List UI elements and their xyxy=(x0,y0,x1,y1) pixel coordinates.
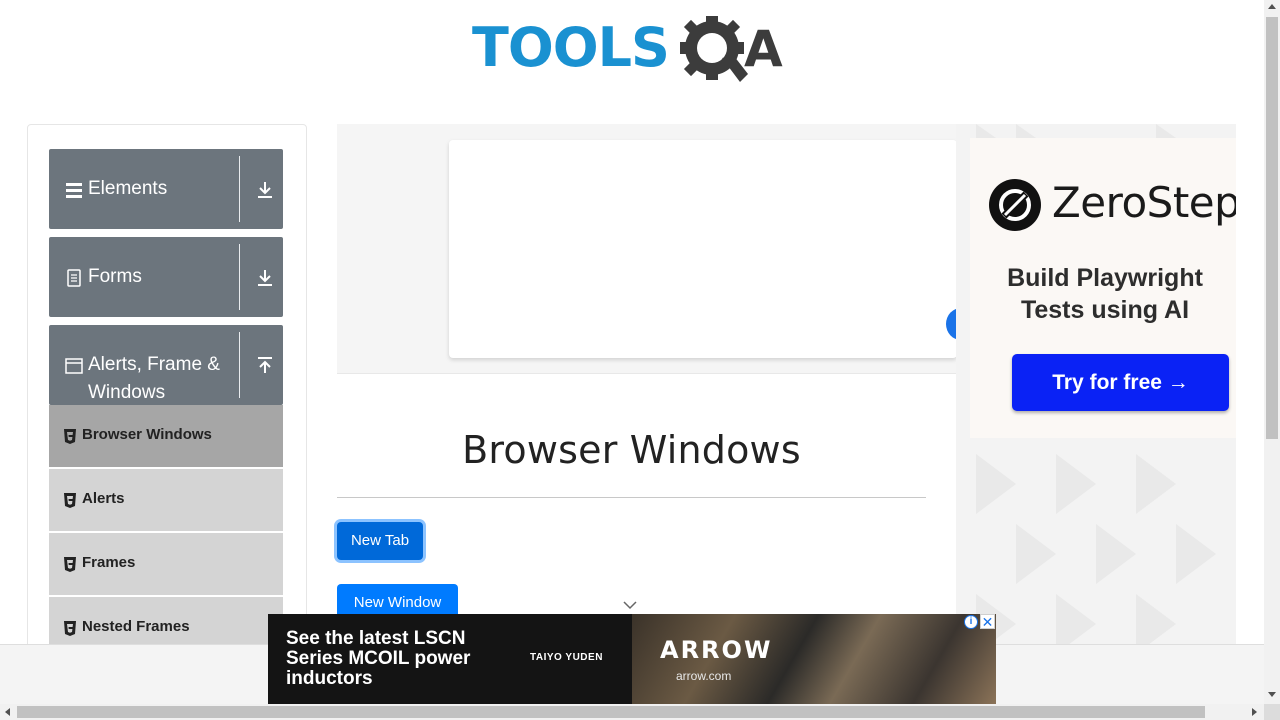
html5-icon xyxy=(64,621,76,636)
scroll-left-icon[interactable] xyxy=(5,708,10,716)
logo-text-tools: TOOLS xyxy=(472,16,669,79)
new-tab-button[interactable]: New Tab xyxy=(337,522,423,560)
sidebar-group-alerts-frame-windows[interactable]: Alerts, Frame & Windows xyxy=(49,325,283,405)
horizontal-scroll-thumb[interactable] xyxy=(17,706,1205,718)
ad-card[interactable] xyxy=(449,140,957,358)
top-ad-area xyxy=(337,124,957,374)
download-arrow-icon[interactable] xyxy=(254,179,276,201)
try-for-free-button[interactable]: Try for free → xyxy=(1012,354,1229,411)
page-title: Browser Windows xyxy=(462,428,801,472)
zerostep-logo-icon xyxy=(989,179,1041,231)
scrollbar-corner xyxy=(1264,704,1280,720)
group-divider xyxy=(239,332,240,398)
logo-text-a: A xyxy=(744,20,783,78)
sidebar-group-label-line1: Alerts, Frame & xyxy=(88,354,220,375)
zerostep-brand: ZeroStep xyxy=(1052,178,1236,227)
download-arrow-icon[interactable] xyxy=(254,267,276,289)
banner-headline: See the latest LSCN Series MCOIL power i… xyxy=(286,628,471,689)
ad-close-icon[interactable]: ✕ xyxy=(980,614,995,629)
arrow-url: arrow.com xyxy=(676,669,732,683)
sidebar-item-label: Browser Windows xyxy=(82,426,212,443)
vertical-scrollbar[interactable] xyxy=(1264,0,1280,704)
horizontal-scrollbar[interactable] xyxy=(0,704,1264,720)
chevron-down-icon[interactable] xyxy=(622,600,638,610)
sidebar-item-label: Nested Frames xyxy=(82,618,190,635)
html5-icon xyxy=(64,429,76,444)
ad-choices-icon[interactable]: i xyxy=(964,615,978,629)
sidebar-group-elements[interactable]: Elements xyxy=(49,149,283,229)
sidebar-item-browser-windows[interactable]: Browser Windows xyxy=(49,405,283,468)
sidebar-item-frames[interactable]: Frames xyxy=(49,533,283,596)
sidebar-group-label: Elements xyxy=(88,178,168,199)
arrow-logo: ARROW xyxy=(660,636,773,664)
document-icon xyxy=(67,269,81,287)
vertical-scroll-thumb[interactable] xyxy=(1266,17,1278,439)
zerostep-card: ZeroStep Build Playwright Tests using AI… xyxy=(970,138,1236,438)
sidebar-item-label: Alerts xyxy=(82,490,125,507)
bottom-banner-ad[interactable]: See the latest LSCN Series MCOIL power i… xyxy=(268,614,996,704)
scroll-right-icon[interactable] xyxy=(1252,708,1257,716)
sidebar-item-label: Frames xyxy=(82,554,136,571)
scroll-down-icon[interactable] xyxy=(1268,692,1276,697)
hamburger-icon xyxy=(66,183,82,198)
zerostep-tagline: Build Playwright Tests using AI xyxy=(970,262,1236,326)
html5-icon xyxy=(64,557,76,572)
sidebar-group-label-line2: Windows xyxy=(88,382,166,403)
zerostep-ad[interactable]: ZeroStep Build Playwright Tests using AI… xyxy=(956,124,1236,654)
scroll-up-icon[interactable] xyxy=(1268,4,1276,9)
sidebar-group-forms[interactable]: Forms xyxy=(49,237,283,317)
group-divider xyxy=(239,244,240,310)
sidebar-item-alerts[interactable]: Alerts xyxy=(49,469,283,532)
toolsqa-logo[interactable]: TOOLS A xyxy=(472,14,796,90)
gear-magnifier-icon xyxy=(680,16,748,82)
page-viewport: TOOLS A Elements Forms Alerts, Frame & W… xyxy=(0,0,1264,704)
banner-text-panel: See the latest LSCN Series MCOIL power i… xyxy=(268,614,632,704)
sidebar-group-label: Forms xyxy=(88,266,142,287)
title-divider xyxy=(337,497,926,498)
html5-icon xyxy=(64,493,76,508)
sidebar: Elements Forms Alerts, Frame & Windows B… xyxy=(27,124,307,704)
upload-arrow-icon[interactable] xyxy=(254,355,276,377)
tagline-line1: Build Playwright xyxy=(1007,264,1203,292)
window-icon xyxy=(65,358,83,374)
banner-brand: TAIYO YUDEN xyxy=(530,652,603,663)
group-divider xyxy=(239,156,240,222)
tagline-line2: Tests using AI xyxy=(1020,296,1190,324)
